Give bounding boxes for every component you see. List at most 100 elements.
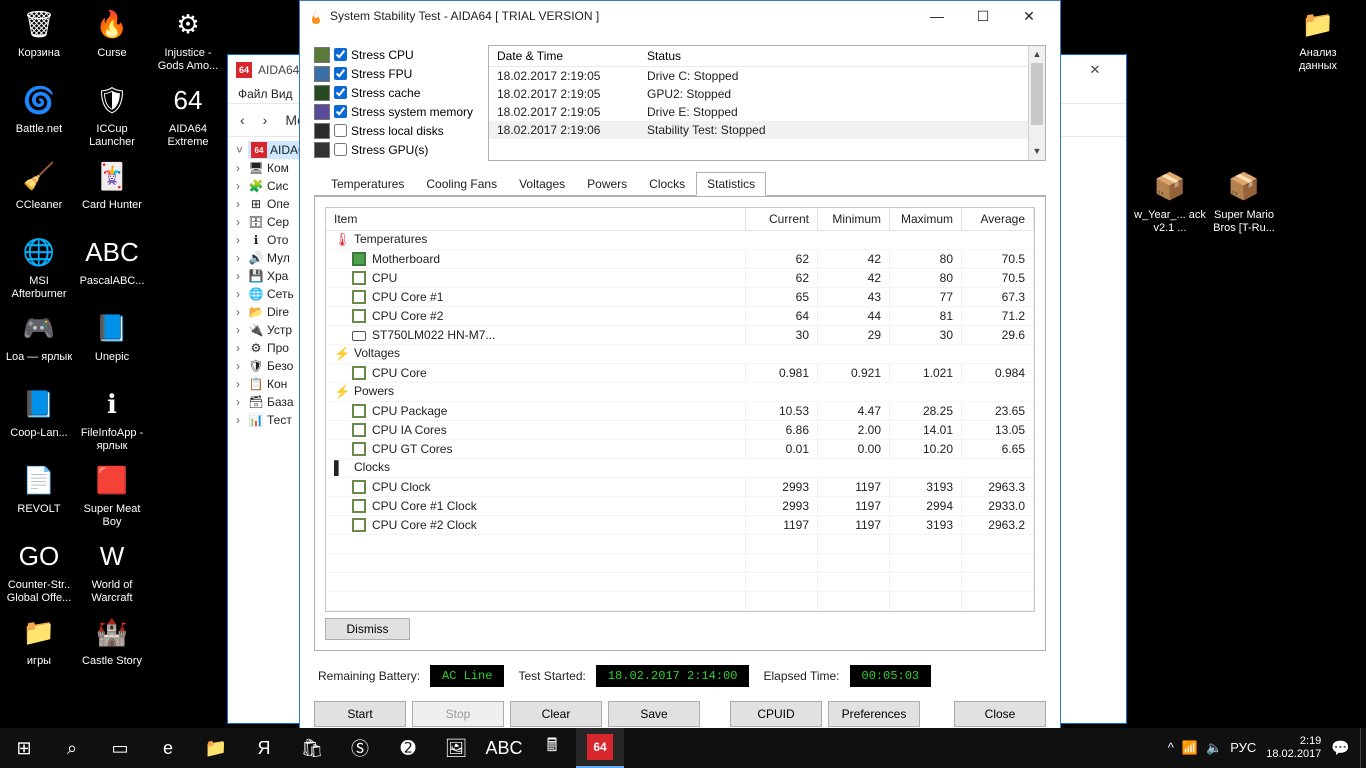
sst-titlebar[interactable]: System Stability Test - AIDA64 [ TRIAL V… bbox=[300, 1, 1060, 31]
taskbar-app[interactable]: Я bbox=[240, 728, 288, 768]
taskbar-clock[interactable]: 2:19 18.02.2017 bbox=[1266, 735, 1321, 761]
desktop-icon[interactable]: 📄REVOLT bbox=[3, 460, 75, 516]
stats-group[interactable]: 🌡Temperatures bbox=[326, 231, 1034, 250]
desktop-icon[interactable]: 🌀Battle.net bbox=[3, 80, 75, 136]
tab-temperatures[interactable]: Temperatures bbox=[320, 172, 415, 196]
taskbar-app[interactable]: ⌕ bbox=[48, 728, 96, 768]
desktop-icon[interactable]: 64AIDA64 Extreme bbox=[152, 80, 224, 149]
stats-group[interactable]: ⚡Voltages bbox=[326, 345, 1034, 364]
sst-maximize-button[interactable]: ☐ bbox=[960, 1, 1006, 31]
desktop-icon[interactable]: 🗑Корзина bbox=[3, 4, 75, 60]
stress-checkbox[interactable] bbox=[334, 105, 347, 118]
tab-statistics[interactable]: Statistics bbox=[696, 172, 766, 196]
taskbar-app[interactable]: ABC bbox=[480, 728, 528, 768]
log-header[interactable]: Date & Time bbox=[489, 46, 639, 67]
stress-option[interactable]: Stress CPU bbox=[314, 45, 480, 64]
tray-icon[interactable]: РУС bbox=[1230, 740, 1256, 756]
stats-header[interactable]: Average bbox=[962, 208, 1034, 231]
tray-icon[interactable]: 🔈 bbox=[1206, 740, 1222, 756]
stats-row[interactable]: CPU Core #165437767.3 bbox=[326, 288, 1034, 307]
tab-powers[interactable]: Powers bbox=[576, 172, 638, 196]
taskbar-app[interactable]: ➋ bbox=[384, 728, 432, 768]
desktop-icon[interactable]: 📘Coop-Lan... bbox=[3, 384, 75, 440]
taskbar-app[interactable]: Ⓢ bbox=[336, 728, 384, 768]
tab-cooling-fans[interactable]: Cooling Fans bbox=[415, 172, 508, 196]
stats-group[interactable]: ⚡Powers bbox=[326, 383, 1034, 402]
bg-close-button[interactable]: ✕ bbox=[1072, 55, 1118, 85]
taskbar-app[interactable]: 📁 bbox=[192, 728, 240, 768]
log-header[interactable]: Status bbox=[639, 46, 1045, 67]
log-row[interactable]: 18.02.2017 2:19:06Stability Test: Stoppe… bbox=[489, 121, 1045, 139]
desktop-icon[interactable]: 🌐MSI Afterburner bbox=[3, 232, 75, 301]
save-button[interactable]: Save bbox=[608, 701, 700, 727]
stats-row[interactable]: CPU IA Cores6.862.0014.0113.05 bbox=[326, 421, 1034, 440]
stats-group[interactable]: ▌Clocks bbox=[326, 459, 1034, 478]
taskbar-app[interactable]: 🖩 bbox=[528, 728, 576, 768]
stats-row[interactable]: CPU Core #1 Clock2993119729942933.0 bbox=[326, 497, 1034, 516]
dismiss-button[interactable]: Dismiss bbox=[325, 618, 410, 640]
desktop-icon[interactable]: 🃏Card Hunter bbox=[76, 156, 148, 212]
desktop-icon[interactable]: 📦w_Year_... ack v2.1 ... bbox=[1134, 166, 1206, 235]
stats-row[interactable]: CPU Core #264448171.2 bbox=[326, 307, 1034, 326]
tab-voltages[interactable]: Voltages bbox=[508, 172, 576, 196]
tab-clocks[interactable]: Clocks bbox=[638, 172, 696, 196]
stress-checkbox[interactable] bbox=[334, 143, 347, 156]
taskbar-app[interactable]: e bbox=[144, 728, 192, 768]
desktop-icon[interactable]: 🛡ICCup Launcher bbox=[76, 80, 148, 149]
desktop-icon[interactable]: 📁игры bbox=[3, 612, 75, 668]
desktop-icon[interactable]: 🎮Loa — ярлык bbox=[3, 308, 75, 364]
stress-checkbox[interactable] bbox=[334, 124, 347, 137]
taskbar-app[interactable]: ⊞ bbox=[0, 728, 48, 768]
log-row[interactable]: 18.02.2017 2:19:05GPU2: Stopped bbox=[489, 85, 1045, 103]
stress-checkbox[interactable] bbox=[334, 48, 347, 61]
sst-close-button[interactable]: ✕ bbox=[1006, 1, 1052, 31]
tray-icon[interactable]: ^ bbox=[1168, 740, 1174, 756]
desktop-icon[interactable]: 📘Unepic bbox=[76, 308, 148, 364]
system-tray[interactable]: ^📶🔈РУС 2:19 18.02.2017 💬 bbox=[1158, 735, 1360, 761]
stats-row[interactable]: Motherboard62428070.5 bbox=[326, 250, 1034, 269]
desktop-icon[interactable]: 🔥Curse bbox=[76, 4, 148, 60]
stress-option[interactable]: Stress local disks bbox=[314, 121, 480, 140]
log-row[interactable]: 18.02.2017 2:19:05Drive C: Stopped bbox=[489, 67, 1045, 86]
desktop-icon[interactable]: 🏰Castle Story bbox=[76, 612, 148, 668]
preferences-button[interactable]: Preferences bbox=[828, 701, 920, 727]
notifications-icon[interactable]: 💬 bbox=[1331, 739, 1350, 757]
stats-row[interactable]: CPU62428070.5 bbox=[326, 269, 1034, 288]
stats-row[interactable]: CPU Package10.534.4728.2523.65 bbox=[326, 402, 1034, 421]
log-row[interactable]: 18.02.2017 2:19:05Drive E: Stopped bbox=[489, 103, 1045, 121]
desktop-icon[interactable]: ⚙Injustice - Gods Amo... bbox=[152, 4, 224, 73]
desktop-icon[interactable]: 🧹CCleaner bbox=[3, 156, 75, 212]
taskbar[interactable]: ⊞⌕▭e📁Я🛍Ⓢ➋🖼ABC🖩64 ^📶🔈РУС 2:19 18.02.2017 … bbox=[0, 728, 1366, 768]
cpuid-button[interactable]: CPUID bbox=[730, 701, 822, 727]
desktop-icon[interactable]: 📦Super Mario Bros [T-Ru... bbox=[1208, 166, 1280, 235]
stress-option[interactable]: Stress FPU bbox=[314, 64, 480, 83]
sst-minimize-button[interactable]: — bbox=[914, 1, 960, 31]
taskbar-app[interactable]: ▭ bbox=[96, 728, 144, 768]
log-scrollbar[interactable]: ▲ ▼ bbox=[1028, 46, 1045, 160]
desktop-icon[interactable]: ℹFileInfoApp - ярлык bbox=[76, 384, 148, 453]
desktop-icon[interactable]: WWorld of Warcraft bbox=[76, 536, 148, 605]
statistics-grid[interactable]: ItemCurrentMinimumMaximumAverage🌡Tempera… bbox=[325, 207, 1035, 612]
stats-header[interactable]: Current bbox=[746, 208, 818, 231]
desktop-icon[interactable]: 📁Анализ данных bbox=[1282, 4, 1354, 73]
scroll-thumb[interactable] bbox=[1031, 63, 1043, 125]
stats-row[interactable]: ST750LM022 HN-M7...30293029.6 bbox=[326, 326, 1034, 345]
clear-button[interactable]: Clear bbox=[510, 701, 602, 727]
stats-header[interactable]: Minimum bbox=[818, 208, 890, 231]
stats-row[interactable]: CPU Core0.9810.9211.0210.984 bbox=[326, 364, 1034, 383]
desktop-icon[interactable]: 🟥Super Meat Boy bbox=[76, 460, 148, 529]
stress-checkbox[interactable] bbox=[334, 67, 347, 80]
stress-option[interactable]: Stress cache bbox=[314, 83, 480, 102]
stress-checkbox[interactable] bbox=[334, 86, 347, 99]
stats-row[interactable]: CPU Core #2 Clock1197119731932963.2 bbox=[326, 516, 1034, 535]
desktop-icon[interactable]: ABCPascalABC... bbox=[76, 232, 148, 288]
stress-option[interactable]: Stress system memory bbox=[314, 102, 480, 121]
start-button[interactable]: Start bbox=[314, 701, 406, 727]
scroll-down-icon[interactable]: ▼ bbox=[1029, 143, 1045, 160]
bg-toolbar-button[interactable]: ‹ bbox=[234, 109, 251, 131]
bg-toolbar-button[interactable]: › bbox=[257, 109, 274, 131]
stats-header[interactable]: Item bbox=[326, 208, 746, 231]
taskbar-app[interactable]: 64 bbox=[576, 728, 624, 768]
taskbar-app[interactable]: 🖼 bbox=[432, 728, 480, 768]
scroll-up-icon[interactable]: ▲ bbox=[1029, 46, 1045, 63]
